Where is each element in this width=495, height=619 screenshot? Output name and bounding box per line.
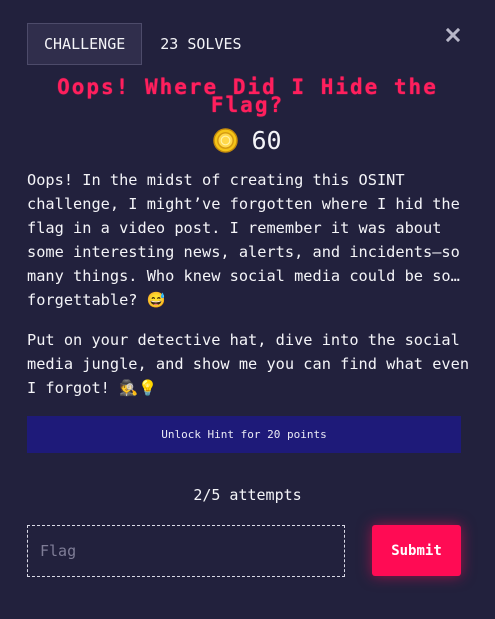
flag-input[interactable] (27, 525, 345, 577)
close-icon (446, 28, 460, 42)
submit-button[interactable]: Submit (372, 525, 461, 576)
challenge-title: Oops! Where Did I Hide the Flag? (57, 75, 438, 117)
tab-challenge[interactable]: CHALLENGE (27, 23, 143, 65)
challenge-modal: CHALLENGE 23 SOLVES Oops! Where Did I Hi… (0, 0, 495, 619)
description-paragraph: Put on your detective hat, dive into the… (27, 331, 470, 397)
coin-icon (213, 128, 239, 153)
challenge-description: Oops! In the midst of creating this OSIN… (27, 168, 472, 416)
unlock-hint-button[interactable]: Unlock Hint for 20 points (27, 416, 461, 453)
close-button[interactable] (444, 25, 462, 45)
description-paragraph: Oops! In the midst of creating this OSIN… (27, 171, 460, 309)
attempts-counter: 2/5 attempts (193, 486, 302, 504)
challenge-points: 60 (0, 126, 495, 155)
modal-tabs: CHALLENGE 23 SOLVES (27, 23, 242, 65)
tab-solves[interactable]: 23 SOLVES (160, 35, 241, 53)
points-value: 60 (251, 126, 282, 155)
